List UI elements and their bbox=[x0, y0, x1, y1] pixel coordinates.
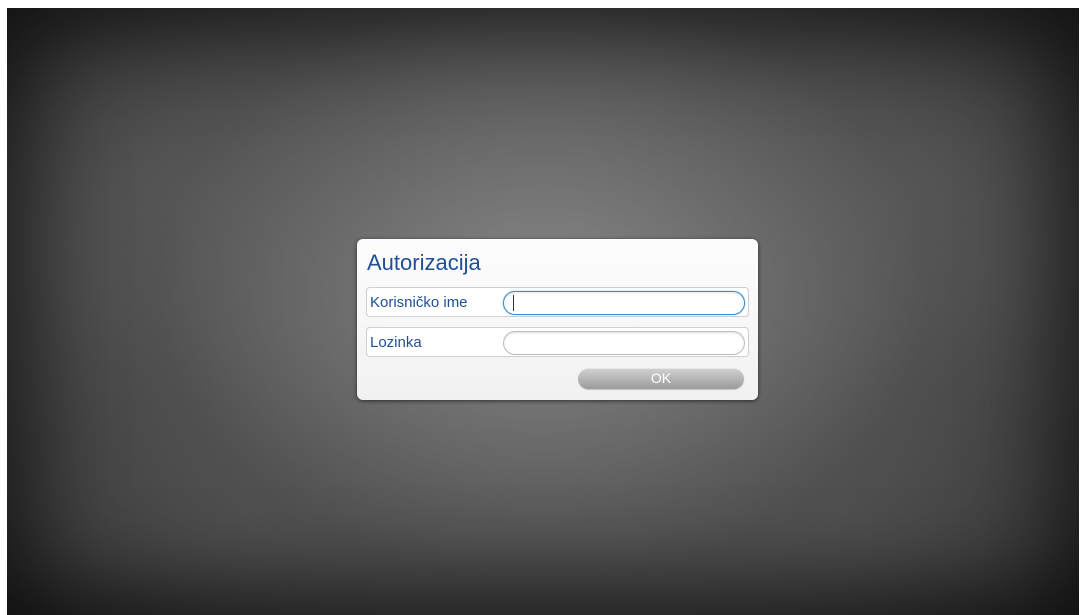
username-input[interactable] bbox=[503, 291, 745, 315]
dialog-title: Autorizacija bbox=[367, 250, 481, 275]
background: Autorizacija Korisničko ime Lozinka OK bbox=[7, 8, 1079, 615]
password-row: Lozinka bbox=[366, 327, 749, 357]
password-input[interactable] bbox=[503, 331, 745, 355]
password-label: Lozinka bbox=[370, 334, 422, 351]
text-cursor bbox=[513, 295, 514, 311]
ok-button[interactable]: OK bbox=[578, 368, 744, 389]
login-dialog: Autorizacija Korisničko ime Lozinka OK bbox=[357, 239, 758, 400]
username-label: Korisničko ime bbox=[370, 294, 468, 311]
username-row: Korisničko ime bbox=[366, 287, 749, 317]
